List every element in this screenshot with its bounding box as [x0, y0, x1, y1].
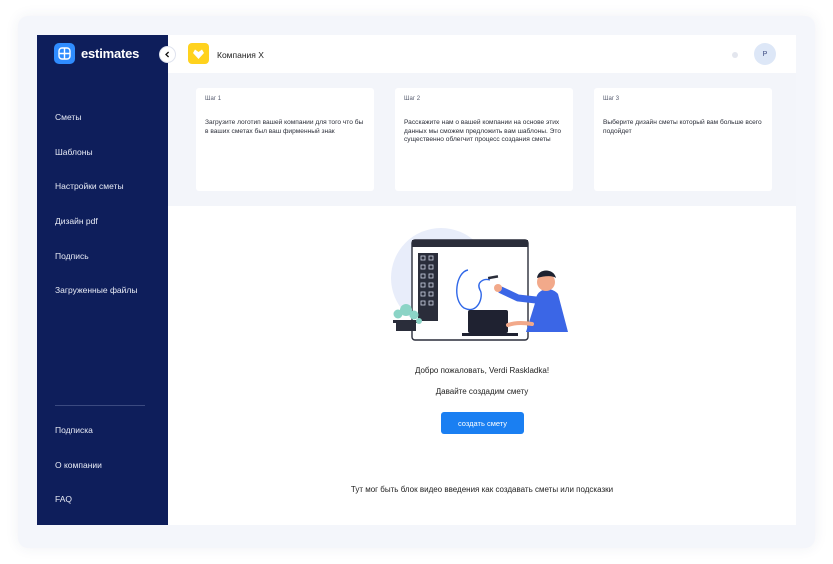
sidebar-item-uploaded-files[interactable]: Загруженные файлы	[55, 285, 137, 295]
sidebar-collapse-button[interactable]	[159, 46, 176, 63]
welcome-message: Добро пожаловать, Verdi Raskladka!	[414, 366, 550, 375]
company-logo[interactable]	[188, 43, 209, 64]
top-bar: Компания Х P	[168, 35, 796, 73]
step-number: Шаг 1	[205, 96, 222, 102]
sidebar: estimates Сметы Шаблоны Настройки сметы …	[37, 35, 168, 525]
main-panel: Добро пожаловать, Verdi Raskladka! Давай…	[168, 206, 796, 525]
brand-logo[interactable]: estimates	[54, 43, 139, 64]
video-intro-placeholder: Тут мог быть блок видео введения как соз…	[350, 485, 614, 494]
step-card-2[interactable]: Шаг 2 Расскажите нам о вашей компании на…	[395, 88, 573, 191]
sidebar-item-pdf-design[interactable]: Дизайн pdf	[55, 216, 98, 226]
sidebar-item-about-company[interactable]: О компании	[55, 460, 102, 470]
step-number: Шаг 2	[404, 96, 421, 102]
app-window: estimates Сметы Шаблоны Настройки сметы …	[37, 35, 796, 525]
sidebar-divider	[55, 405, 145, 406]
welcome-illustration	[386, 220, 586, 350]
company-mark-icon	[193, 49, 204, 59]
welcome-subtitle: Давайте создадим смету	[435, 387, 529, 396]
notification-icon[interactable]	[732, 52, 738, 58]
sidebar-item-subscription[interactable]: Подписка	[55, 425, 93, 435]
create-estimate-button[interactable]: создать смету	[441, 412, 524, 434]
sidebar-item-estimate-settings[interactable]: Настройки сметы	[55, 181, 124, 191]
estimates-logo-icon	[54, 43, 75, 64]
step-text: Загрузите логотип вашей компании для тог…	[205, 119, 364, 135]
step-card-3[interactable]: Шаг 3 Выберите дизайн сметы который вам …	[594, 88, 772, 191]
sidebar-item-faq[interactable]: FAQ	[55, 494, 72, 504]
sidebar-item-signature[interactable]: Подпись	[55, 251, 89, 261]
step-text: Расскажите нам о вашей компании на основ…	[404, 119, 562, 144]
brand-name: estimates	[81, 46, 140, 61]
step-card-1[interactable]: Шаг 1 Загрузите логотип вашей компании д…	[196, 88, 374, 191]
sidebar-item-estimates[interactable]: Сметы	[55, 112, 81, 122]
step-number: Шаг 3	[603, 96, 620, 102]
company-name: Компания Х	[217, 50, 264, 60]
step-text: Выберите дизайн сметы который вам больше…	[603, 119, 762, 135]
user-avatar[interactable]: P	[754, 43, 776, 65]
chevron-left-icon	[165, 51, 170, 58]
sidebar-item-templates[interactable]: Шаблоны	[55, 147, 93, 157]
